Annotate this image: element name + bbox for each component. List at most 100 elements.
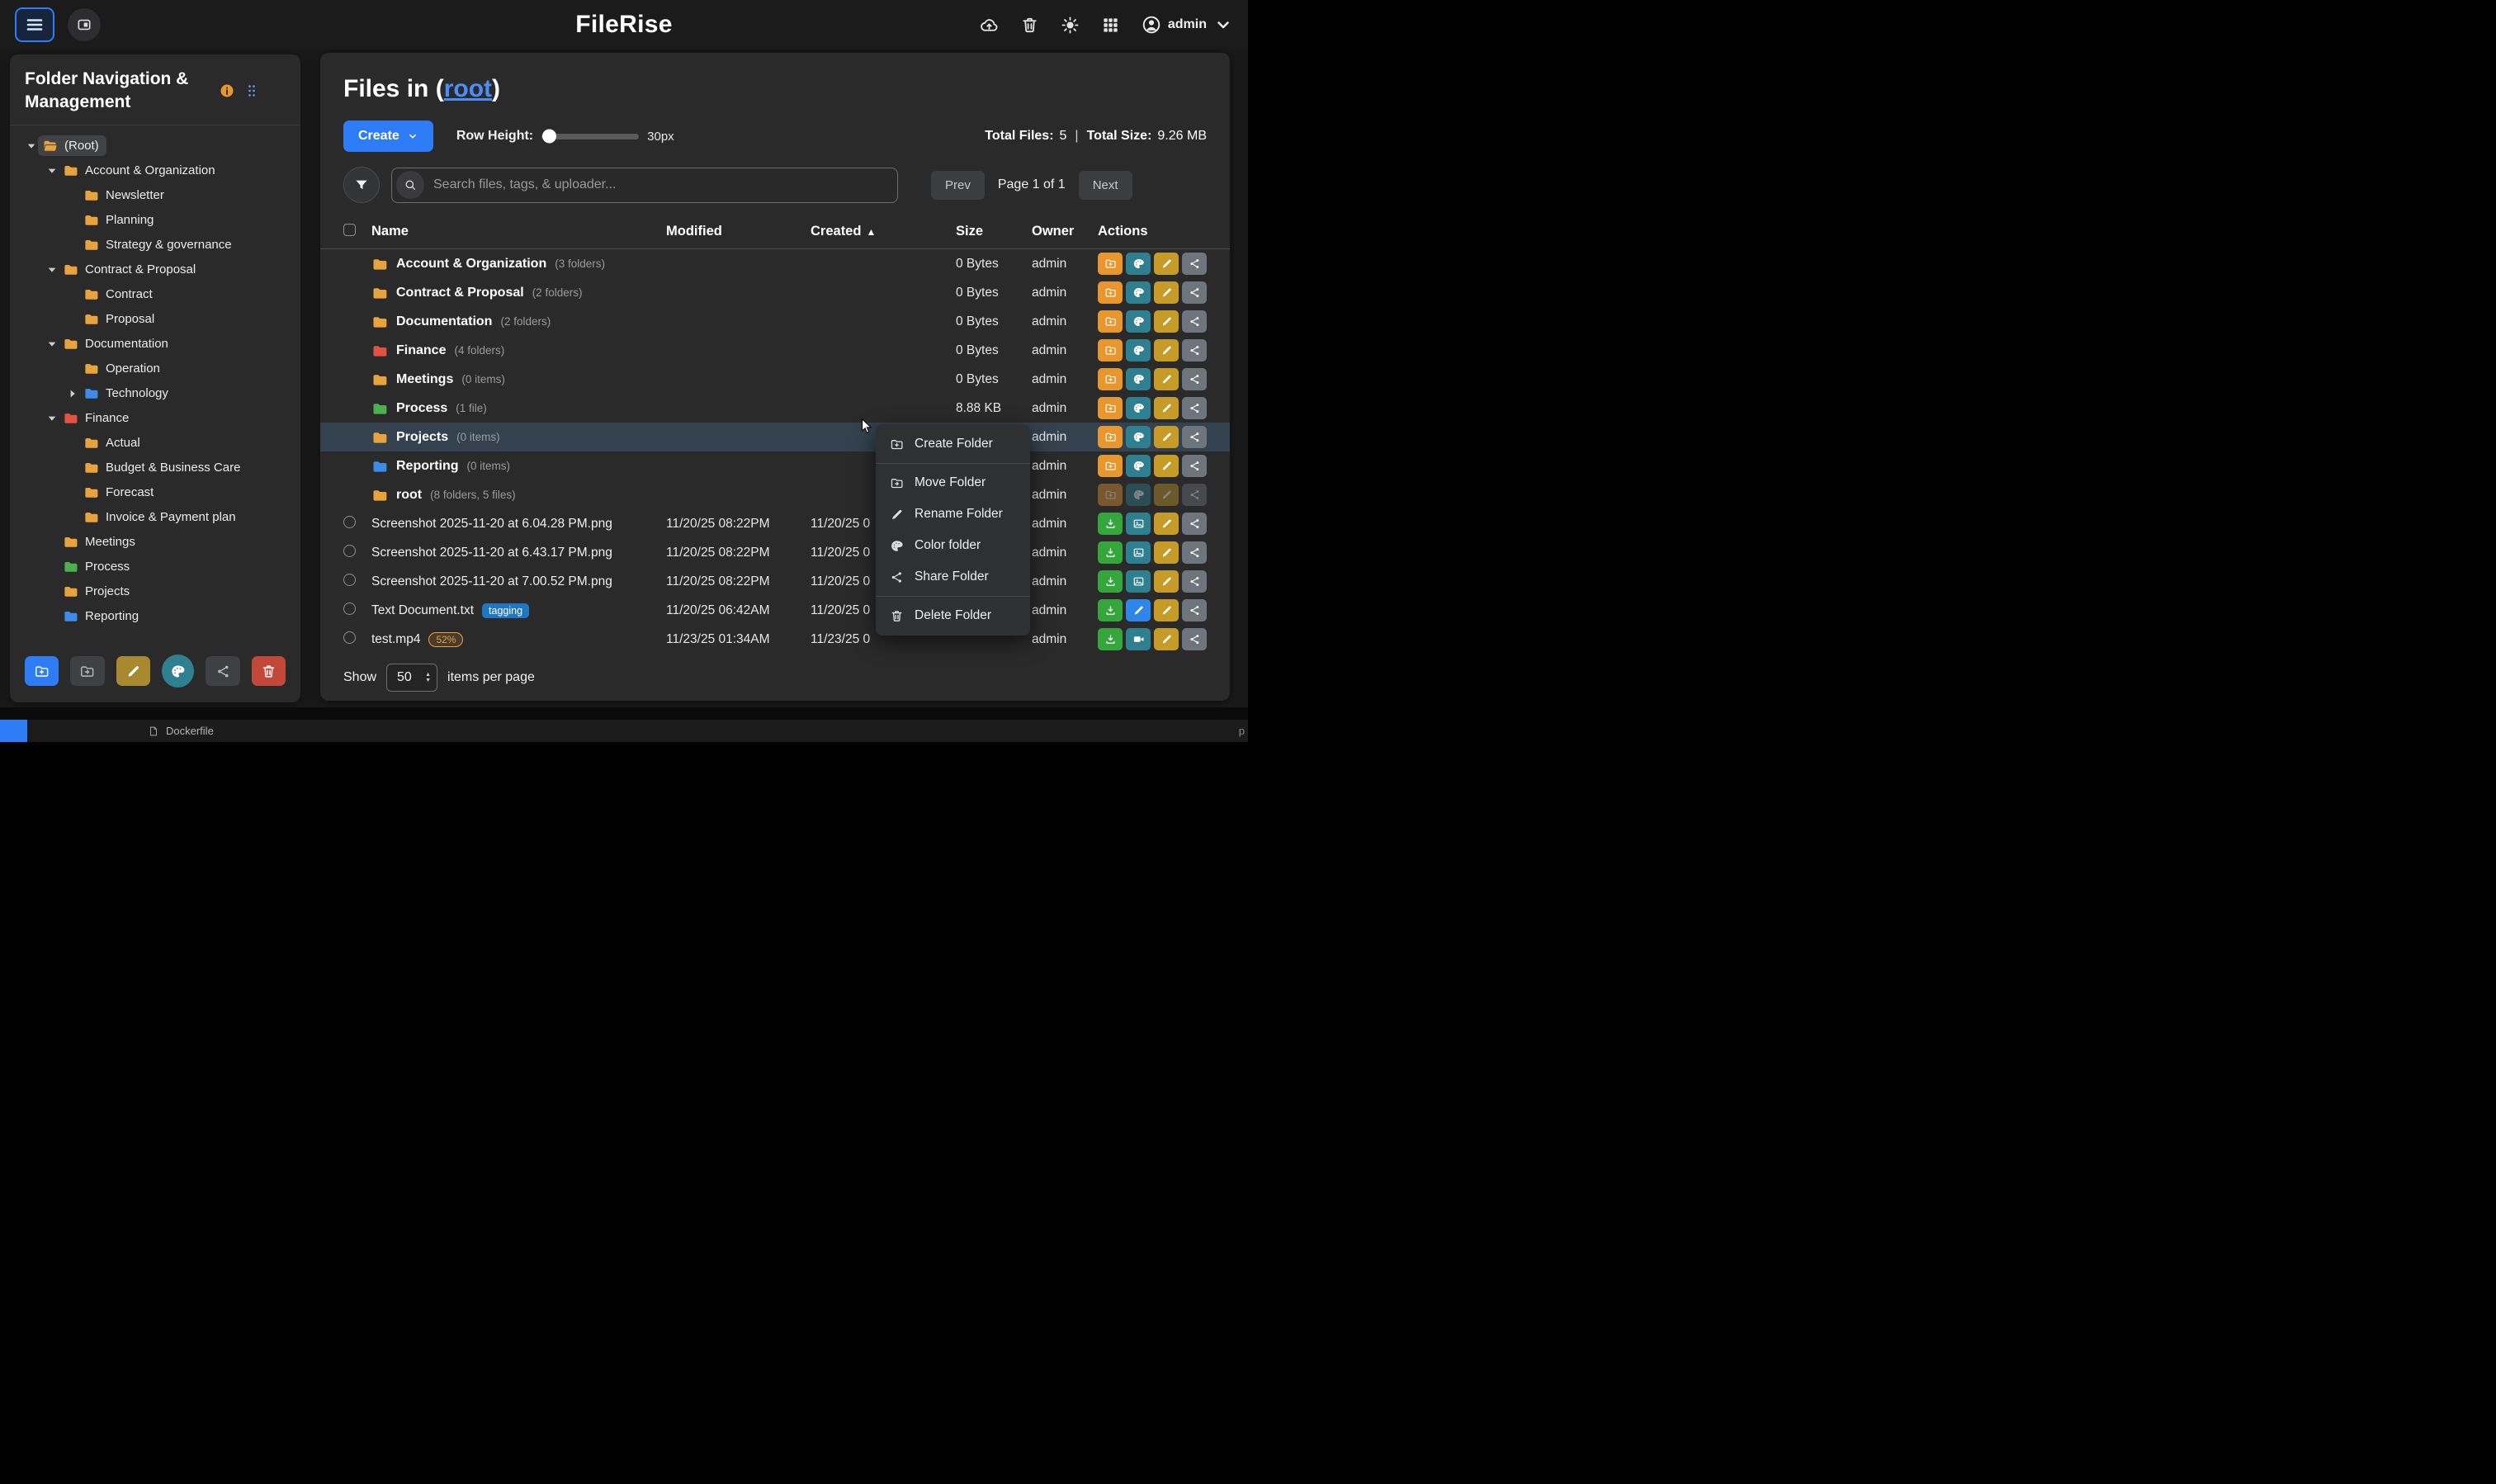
row-checkbox[interactable] (343, 516, 356, 528)
caret-down-icon[interactable] (45, 164, 59, 177)
file-row-screenshot-2025-11-20-at-7-00-52-pm-png[interactable]: Screenshot 2025-11-20 at 7.00.52 PM.png1… (320, 567, 1230, 596)
tree-item-root[interactable]: (Root) (15, 134, 295, 158)
user-menu[interactable]: admin (1142, 15, 1233, 35)
color-folder-button[interactable] (1126, 281, 1151, 304)
create-subfolder-button[interactable] (1098, 310, 1123, 333)
share-folder-button[interactable] (1182, 310, 1207, 333)
drag-handle[interactable] (243, 83, 260, 99)
caret-down-icon[interactable] (45, 412, 59, 425)
delete-folder-button[interactable] (252, 656, 286, 686)
rename-file-button[interactable] (1154, 628, 1179, 650)
color-folder-button[interactable] (1126, 455, 1151, 477)
context-menu-item-move-folder[interactable]: Move Folder (876, 467, 1030, 499)
theme-toggle-button[interactable] (1061, 16, 1080, 35)
upload-button[interactable] (980, 16, 999, 35)
share-file-button[interactable] (1182, 628, 1207, 650)
tree-item-process[interactable]: Process (15, 555, 295, 579)
create-subfolder-button[interactable] (1098, 484, 1123, 506)
caret-down-icon[interactable] (25, 139, 38, 153)
create-button[interactable]: Create (343, 121, 433, 152)
tree-item-newsletter[interactable]: Newsletter (15, 183, 295, 208)
rename-folder-button[interactable] (1154, 484, 1179, 506)
next-page-button[interactable]: Next (1079, 171, 1132, 200)
caret-right-icon[interactable] (66, 387, 79, 400)
tree-item-actual[interactable]: Actual (15, 431, 295, 456)
column-modified-header[interactable]: Modified (666, 224, 811, 239)
rename-file-button[interactable] (1154, 570, 1179, 593)
file-row-test-mp4[interactable]: test.mp452%11/23/25 01:34AM11/23/25 0adm… (320, 625, 1230, 654)
color-folder-button[interactable] (1126, 426, 1151, 448)
folder-row-projects[interactable]: Projects(0 items)0 Bytesadmin (320, 423, 1230, 451)
info-button[interactable] (219, 83, 235, 99)
share-folder-button[interactable] (1182, 368, 1207, 390)
tree-item-contract-proposal[interactable]: Contract & Proposal (15, 258, 295, 282)
rename-folder-button[interactable] (1154, 426, 1179, 448)
context-menu-item-rename-folder[interactable]: Rename Folder (876, 499, 1030, 530)
file-row-screenshot-2025-11-20-at-6-43-17-pm-png[interactable]: Screenshot 2025-11-20 at 6.43.17 PM.png1… (320, 538, 1230, 567)
row-checkbox[interactable] (343, 545, 356, 557)
share-file-button[interactable] (1182, 513, 1207, 535)
rename-folder-button[interactable] (116, 656, 150, 686)
root-folder-link[interactable]: root (444, 75, 492, 102)
tree-item-forecast[interactable]: Forecast (15, 480, 295, 505)
rename-folder-button[interactable] (1154, 368, 1179, 390)
tree-item-technology[interactable]: Technology (15, 381, 295, 406)
tree-item-contract[interactable]: Contract (15, 282, 295, 307)
search-input[interactable] (432, 177, 889, 193)
folder-row-meetings[interactable]: Meetings(0 items)0 Bytesadmin (320, 365, 1230, 394)
file-row-text-document-txt[interactable]: Text Document.txttagging11/20/25 06:42AM… (320, 596, 1230, 625)
rename-folder-button[interactable] (1154, 310, 1179, 333)
preview-image-button[interactable] (1126, 513, 1151, 535)
tree-item-operation[interactable]: Operation (15, 357, 295, 381)
color-folder-button[interactable] (1126, 368, 1151, 390)
folder-row-finance[interactable]: Finance(4 folders)0 Bytesadmin (320, 336, 1230, 365)
share-folder-button[interactable] (206, 656, 239, 686)
row-checkbox[interactable] (343, 574, 356, 586)
tree-item-meetings[interactable]: Meetings (15, 530, 295, 555)
download-file-button[interactable] (1098, 513, 1123, 535)
sidebar-toggle-button[interactable] (15, 7, 54, 42)
move-folder-button[interactable] (70, 656, 104, 686)
tree-item-budget-business-care[interactable]: Budget & Business Care (15, 456, 295, 480)
context-menu-item-create-folder[interactable]: Create Folder (876, 428, 1030, 460)
download-file-button[interactable] (1098, 628, 1123, 650)
create-subfolder-button[interactable] (1098, 455, 1123, 477)
create-subfolder-button[interactable] (1098, 281, 1123, 304)
create-subfolder-button[interactable] (1098, 253, 1123, 275)
filter-button[interactable] (343, 167, 380, 203)
caret-down-icon[interactable] (45, 338, 59, 351)
column-created-header[interactable]: Created▲ (811, 224, 956, 239)
preview-image-button[interactable] (1126, 541, 1151, 564)
share-file-button[interactable] (1182, 570, 1207, 593)
color-folder-button[interactable] (1126, 397, 1151, 419)
rename-folder-button[interactable] (1154, 253, 1179, 275)
folder-row-root[interactable]: root(8 folders, 5 files)admin (320, 480, 1230, 509)
layout-toggle-button[interactable] (68, 8, 101, 41)
prev-page-button[interactable]: Prev (931, 171, 985, 200)
preview-image-button[interactable] (1126, 570, 1151, 593)
rename-file-button[interactable] (1154, 513, 1179, 535)
share-file-button[interactable] (1182, 541, 1207, 564)
search-icon-button[interactable] (396, 171, 424, 199)
download-file-button[interactable] (1098, 541, 1123, 564)
context-menu-item-color-folder[interactable]: Color folder (876, 530, 1030, 561)
create-subfolder-button[interactable] (1098, 426, 1123, 448)
folder-row-process[interactable]: Process(1 file)8.88 KBadmin (320, 394, 1230, 423)
folder-row-account-organization[interactable]: Account & Organization(3 folders)0 Bytes… (320, 249, 1230, 278)
tree-item-invoice-payment-plan[interactable]: Invoice & Payment plan (15, 505, 295, 530)
rename-file-button[interactable] (1154, 599, 1179, 621)
trash-button[interactable] (1020, 16, 1039, 35)
slider-knob[interactable] (542, 130, 556, 144)
tree-item-reporting[interactable]: Reporting (15, 604, 295, 629)
rename-file-button[interactable] (1154, 541, 1179, 564)
tree-item-strategy-governance[interactable]: Strategy & governance (15, 233, 295, 258)
tree-item-proposal[interactable]: Proposal (15, 307, 295, 332)
share-folder-button[interactable] (1182, 455, 1207, 477)
tree-item-account-organization[interactable]: Account & Organization (15, 158, 295, 183)
color-folder-button[interactable] (162, 655, 194, 688)
items-per-page-select[interactable]: 50 ▲▼ (386, 664, 437, 692)
file-row-screenshot-2025-11-20-at-6-04-28-pm-png[interactable]: Screenshot 2025-11-20 at 6.04.28 PM.png1… (320, 509, 1230, 538)
color-folder-button[interactable] (1126, 484, 1151, 506)
context-menu-item-delete-folder[interactable]: Delete Folder (876, 600, 1030, 631)
create-subfolder-button[interactable] (1098, 339, 1123, 362)
